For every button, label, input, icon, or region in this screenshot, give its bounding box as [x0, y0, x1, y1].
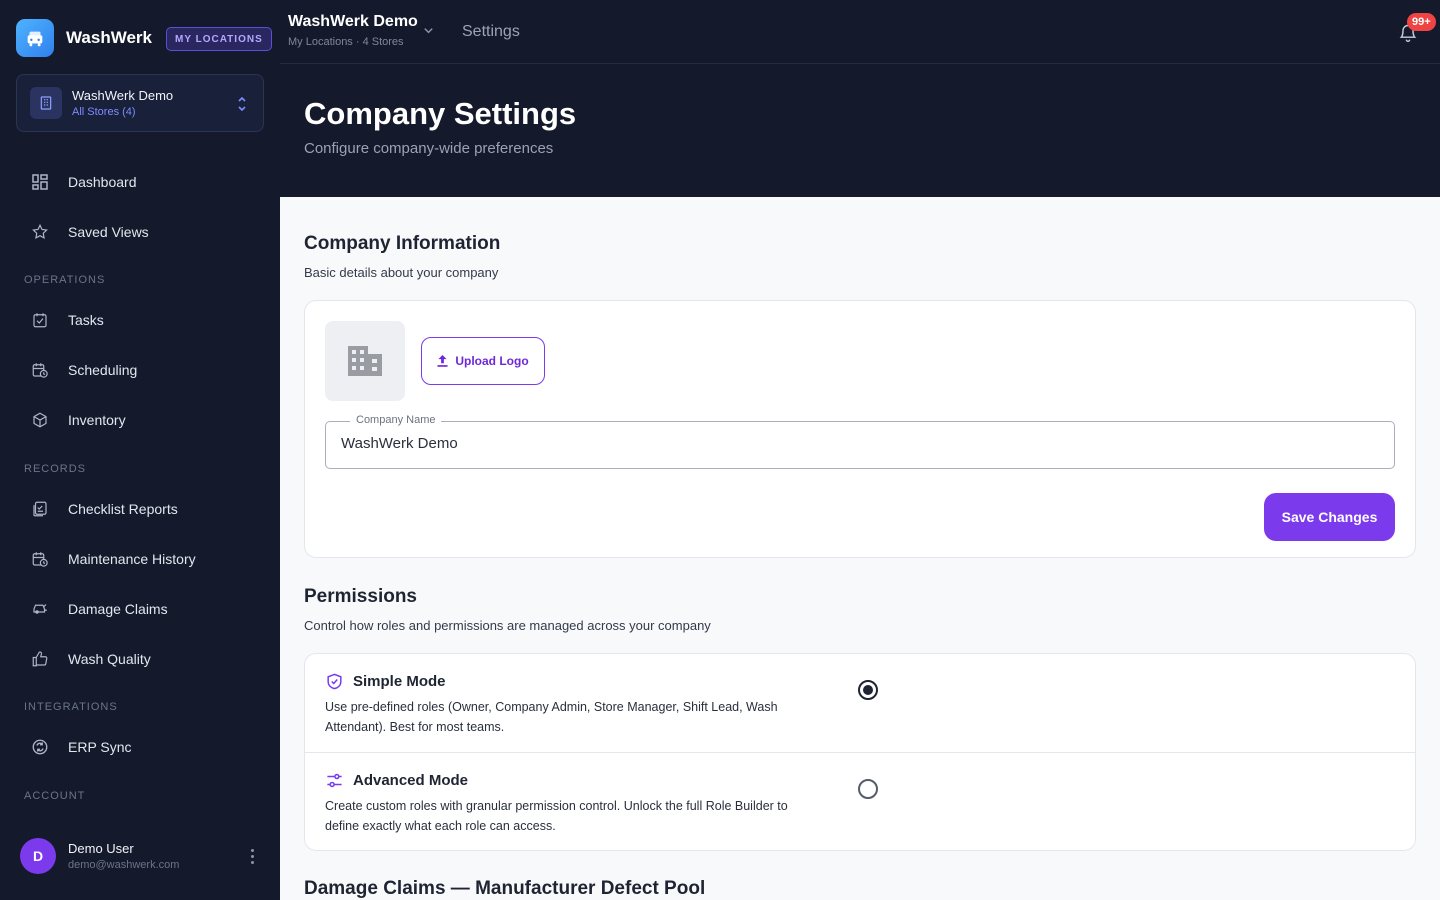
clipboard-check-icon	[30, 310, 50, 330]
sliders-icon	[327, 773, 342, 788]
more-vertical-icon[interactable]	[244, 846, 260, 866]
company-info-title: Company Information	[304, 233, 501, 254]
page-title: Company Settings	[304, 96, 577, 131]
car-wash-logo-icon	[16, 19, 54, 57]
section-records: RECORDS	[24, 463, 87, 475]
box-icon	[30, 410, 50, 430]
company-info-card: Upload Logo Company Name Save Changes	[304, 300, 1416, 558]
nav-label: Scheduling	[68, 362, 138, 378]
nav-label: ERP Sync	[68, 739, 132, 755]
nav-scheduling[interactable]: Scheduling	[16, 350, 264, 390]
avatar: D	[20, 838, 56, 874]
company-switcher-sub: My Locations · 4 Stores	[288, 36, 404, 48]
user-name: Demo User	[68, 841, 134, 856]
permissions-subtitle: Control how roles and permissions are ma…	[304, 618, 711, 633]
checklist-icon	[30, 499, 50, 519]
store-scope: All Stores (4)	[72, 106, 136, 118]
permissions-title: Permissions	[304, 586, 417, 607]
permission-mode-desc: Create custom roles with granular permis…	[325, 799, 788, 833]
section-account: ACCOUNT	[24, 790, 86, 802]
advanced-mode-radio[interactable]	[858, 779, 878, 799]
chevron-up-down-icon	[235, 94, 249, 119]
my-locations-badge[interactable]: MY LOCATIONS	[166, 27, 272, 51]
dashboard-icon	[30, 172, 50, 192]
nav-label: Tasks	[68, 312, 104, 328]
page-subtitle: Configure company-wide preferences	[304, 140, 554, 157]
company-name-input[interactable]	[341, 435, 1371, 452]
nav-damage-claims[interactable]: Damage Claims	[16, 589, 264, 629]
building-placeholder-icon	[348, 346, 382, 376]
permissions-card: Simple Mode Use pre-defined roles (Owner…	[304, 653, 1416, 851]
company-logo-placeholder	[325, 321, 405, 401]
simple-mode-radio[interactable]	[858, 680, 878, 700]
permission-mode-desc: Use pre-defined roles (Owner, Company Ad…	[325, 700, 778, 734]
building-icon	[30, 87, 62, 119]
nav-wash-quality[interactable]: Wash Quality	[16, 639, 264, 679]
nav-label: Wash Quality	[68, 651, 151, 667]
topbar: WashWerk Demo My Locations · 4 Stores Se…	[280, 0, 1440, 64]
nav-tasks[interactable]: Tasks	[16, 300, 264, 340]
chevron-down-icon[interactable]	[422, 24, 435, 42]
nav-maintenance-history[interactable]: Maintenance History	[16, 539, 264, 579]
thumbs-up-icon	[30, 649, 50, 669]
page-header: Company Settings Configure company-wide …	[280, 64, 1440, 197]
nav-label: Damage Claims	[68, 601, 168, 617]
calendar-history-icon	[30, 549, 50, 569]
upload-logo-button[interactable]: Upload Logo	[421, 337, 545, 385]
sidebar: WashWerk MY LOCATIONS WashWerk Demo All …	[0, 0, 280, 900]
calendar-clock-icon	[30, 360, 50, 380]
upload-logo-label: Upload Logo	[455, 354, 529, 368]
star-icon	[30, 222, 50, 242]
settings-content: Company Information Basic details about …	[280, 197, 1440, 900]
nav-label: Saved Views	[68, 224, 149, 240]
user-profile[interactable]: D Demo User demo@washwerk.com	[20, 838, 264, 874]
car-damage-icon	[30, 599, 50, 619]
nav-saved-views[interactable]: Saved Views	[16, 212, 264, 252]
company-info-subtitle: Basic details about your company	[304, 265, 499, 280]
nav-checklist-reports[interactable]: Checklist Reports	[16, 489, 264, 529]
store-name: WashWerk Demo	[72, 88, 174, 103]
permission-mode-simple[interactable]: Simple Mode Use pre-defined roles (Owner…	[305, 654, 1415, 752]
page-breadcrumb: Settings	[462, 23, 520, 40]
upload-icon	[437, 355, 448, 367]
nav-erp-sync[interactable]: ERP Sync	[16, 727, 264, 767]
permission-mode-advanced[interactable]: Advanced Mode Create custom roles with g…	[305, 752, 1415, 851]
nav-dashboard[interactable]: Dashboard	[16, 162, 264, 202]
nav-inventory[interactable]: Inventory	[16, 400, 264, 440]
nav-label: Inventory	[68, 412, 126, 428]
damage-claims-section-title: Damage Claims — Manufacturer Defect Pool	[304, 878, 706, 899]
nav-label: Checklist Reports	[68, 501, 178, 517]
notification-badge: 99+	[1407, 13, 1436, 31]
store-switcher[interactable]: WashWerk Demo All Stores (4)	[16, 74, 264, 132]
user-email: demo@washwerk.com	[68, 859, 180, 871]
section-integrations: INTEGRATIONS	[24, 701, 118, 713]
sync-icon	[30, 737, 50, 757]
section-operations: OPERATIONS	[24, 274, 106, 286]
permission-mode-title: Advanced Mode	[353, 772, 469, 789]
company-switcher-title[interactable]: WashWerk Demo	[288, 13, 418, 31]
company-name-label: Company Name	[350, 414, 442, 426]
brand-name: WashWerk	[66, 28, 152, 47]
permission-mode-title: Simple Mode	[353, 673, 446, 690]
nav-label: Maintenance History	[68, 551, 196, 567]
company-name-field[interactable]: Company Name	[325, 414, 1395, 469]
nav-label: Dashboard	[68, 174, 137, 190]
brand[interactable]: WashWerk	[16, 19, 152, 57]
save-changes-button[interactable]: Save Changes	[1264, 493, 1395, 541]
shield-check-icon	[327, 673, 342, 690]
